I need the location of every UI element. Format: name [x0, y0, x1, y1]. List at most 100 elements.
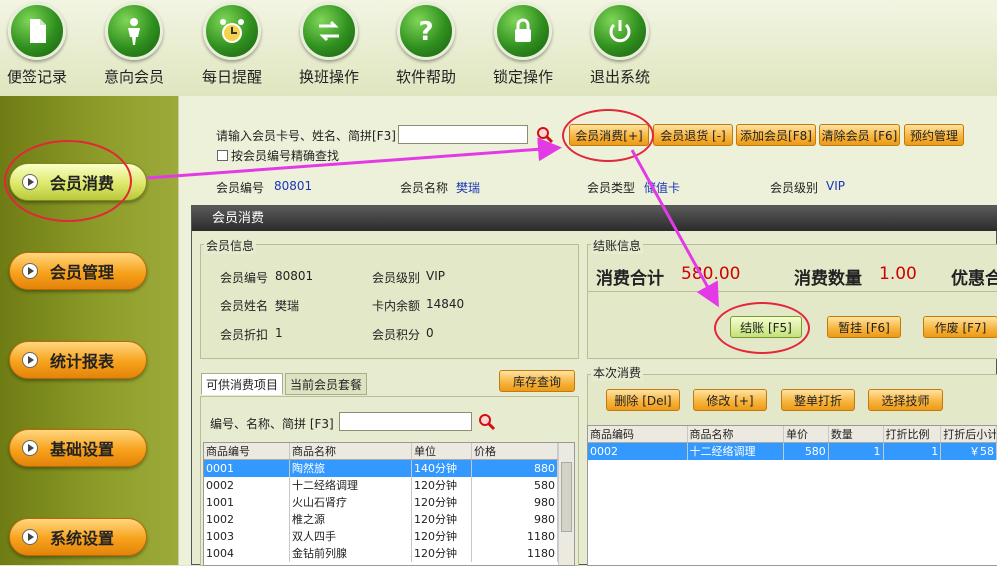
info-name-label: 会员姓名: [220, 299, 269, 313]
exact-search-checkbox[interactable]: [217, 150, 228, 161]
swap-arrows-icon: [300, 2, 358, 60]
column-header[interactable]: 商品编码: [588, 426, 688, 442]
clear-member-button[interactable]: 清除会员 [F6]: [819, 124, 900, 146]
toolbar-label: 便签记录: [6, 68, 67, 86]
cell-name: 金钻前列腺: [290, 545, 412, 562]
member-id-value: 80801: [274, 179, 313, 193]
sidebar-item-basic-settings[interactable]: 基础设置: [9, 429, 147, 467]
toolbar-label: 每日提醒: [201, 68, 262, 86]
toolbar-label: 退出系统: [589, 68, 650, 86]
cell-unit: 120分钟: [412, 494, 472, 511]
search-icon[interactable]: [478, 413, 496, 431]
sidebar-item-system-settings[interactable]: 系统设置: [9, 518, 147, 556]
edit-item-button[interactable]: 修改 [+]: [693, 389, 767, 411]
sidebar-item-label: 系统设置: [50, 529, 115, 548]
exact-search-label: 按会员编号精确查找: [231, 149, 340, 163]
exact-search-option[interactable]: 按会员编号精确查找: [217, 147, 339, 164]
sidebar-item-member-manage[interactable]: 会员管理: [9, 252, 147, 290]
void-button[interactable]: 作废 [F7]: [923, 316, 997, 338]
column-header[interactable]: 商品名称: [688, 426, 785, 442]
table-row[interactable]: 1001 火山石肾疗 120分钟 980: [204, 494, 574, 511]
items-table: 商品编号 商品名称 单位 价格 0001 陶然旅 140分钟 880 0002 …: [203, 442, 575, 566]
toolbar-reminder-button[interactable]: 每日提醒: [191, 2, 273, 92]
column-header[interactable]: 单价: [784, 426, 829, 442]
document-icon: [8, 2, 66, 60]
column-header[interactable]: 打折后小计: [941, 426, 997, 442]
sidebar-item-reports[interactable]: 统计报表: [9, 341, 147, 379]
app-window: 便签记录 意向会员 每日提醒 换班操作 ? 软件帮助 锁定操作 退出系统 会员消…: [0, 0, 997, 566]
sidebar-item-label: 统计报表: [50, 352, 115, 371]
dialog-title: 会员消费: [192, 206, 997, 231]
toolbar-prospect-button[interactable]: 意向会员: [93, 2, 175, 92]
toolbar-lock-button[interactable]: 锁定操作: [482, 2, 564, 92]
table-row[interactable]: 0001 陶然旅 140分钟 880: [204, 460, 574, 477]
cell-name: 火山石肾疗: [290, 494, 412, 511]
play-icon: [22, 352, 38, 368]
cell-price: 580: [472, 477, 558, 494]
column-header[interactable]: 商品名称: [290, 443, 412, 459]
cell-unit: 120分钟: [412, 511, 472, 528]
member-type-label: 会员类型: [587, 181, 636, 195]
cell-discount-rate: 1: [884, 443, 942, 460]
info-discount-label: 会员折扣: [220, 328, 269, 342]
current-table-header: 商品编码 商品名称 单价 数量 打折比例 打折后小计: [588, 426, 997, 443]
items-scrollbar[interactable]: [558, 443, 574, 565]
member-name-value: 樊瑞: [456, 181, 481, 195]
cell-unit: 120分钟: [412, 528, 472, 545]
member-type-value: 储值卡: [644, 181, 681, 195]
cell-code: 1003: [204, 528, 290, 545]
search-icon[interactable]: [536, 126, 554, 144]
column-header[interactable]: 数量: [829, 426, 884, 442]
add-member-button[interactable]: 添加会员[F8]: [736, 124, 816, 146]
person-icon: [105, 2, 163, 60]
toolbar-label: 换班操作: [298, 68, 359, 86]
member-name-label: 会员名称: [400, 181, 449, 195]
toolbar-exit-button[interactable]: 退出系统: [579, 2, 661, 92]
cell-unit-price: 580: [784, 443, 829, 460]
column-header[interactable]: 单位: [412, 443, 472, 459]
sidebar-item-member-consume[interactable]: 会员消费: [9, 163, 147, 201]
cell-code: 1001: [204, 494, 290, 511]
toolbar-shift-button[interactable]: 换班操作: [288, 2, 370, 92]
alarm-clock-icon: [203, 2, 261, 60]
checkout-group: [587, 244, 997, 359]
cell-unit: 140分钟: [412, 460, 472, 477]
member-consume-button[interactable]: 会员消费[+]: [569, 124, 649, 146]
whole-order-discount-button[interactable]: 整单打折: [781, 389, 855, 411]
member-search-input[interactable]: [398, 125, 528, 144]
inventory-query-button[interactable]: 库存查询: [499, 370, 575, 392]
tab-member-packages[interactable]: 当前会员套餐: [285, 373, 368, 395]
scrollbar-thumb[interactable]: [561, 462, 572, 532]
table-row[interactable]: 1003 双人四手 120分钟 1180: [204, 528, 574, 545]
cell-price: 980: [472, 494, 558, 511]
toolbar-notes-button[interactable]: 便签记录: [0, 2, 78, 92]
checkout-group-label: 结账信息: [591, 237, 644, 254]
hold-button[interactable]: 暂挂 [F6]: [827, 316, 901, 338]
delete-item-button[interactable]: 删除 [Del]: [606, 389, 680, 411]
sidebar: 会员消费 会员管理 统计报表 基础设置 系统设置: [0, 96, 178, 565]
toolbar-help-button[interactable]: ? 软件帮助: [385, 2, 467, 92]
member-id-label: 会员编号: [216, 181, 265, 195]
top-toolbar: 便签记录 意向会员 每日提醒 换班操作 ? 软件帮助 锁定操作 退出系统: [0, 0, 997, 96]
info-balance-value: 14840: [426, 297, 465, 311]
reservation-button[interactable]: 预约管理: [904, 124, 964, 146]
table-row[interactable]: 0002 十二经络调理 120分钟 580: [204, 477, 574, 494]
settle-button[interactable]: 结账 [F5]: [730, 316, 802, 338]
item-search-input[interactable]: [339, 412, 472, 431]
cell-name: 陶然旅: [290, 460, 412, 477]
table-row[interactable]: 1004 金钻前列腺 120分钟 1180: [204, 545, 574, 562]
column-header[interactable]: 商品编号: [204, 443, 290, 459]
info-level-value: VIP: [426, 269, 445, 283]
cell-quantity: 1: [829, 443, 884, 460]
cell-price: 1180: [472, 528, 558, 545]
table-row[interactable]: 0002 十二经络调理 580 1 1 ￥58: [588, 443, 997, 460]
info-name-value: 樊瑞: [275, 299, 300, 313]
choose-technician-button[interactable]: 选择技师: [868, 389, 943, 411]
table-row[interactable]: 1002 椎之源 120分钟 980: [204, 511, 574, 528]
cell-code: 1002: [204, 511, 290, 528]
column-header[interactable]: 价格: [472, 443, 558, 459]
member-refund-button[interactable]: 会员退货 [-]: [653, 124, 733, 146]
column-header[interactable]: 打折比例: [884, 426, 942, 442]
tab-available-items[interactable]: 可供消费项目: [201, 373, 284, 395]
member-level-value: VIP: [826, 179, 845, 193]
